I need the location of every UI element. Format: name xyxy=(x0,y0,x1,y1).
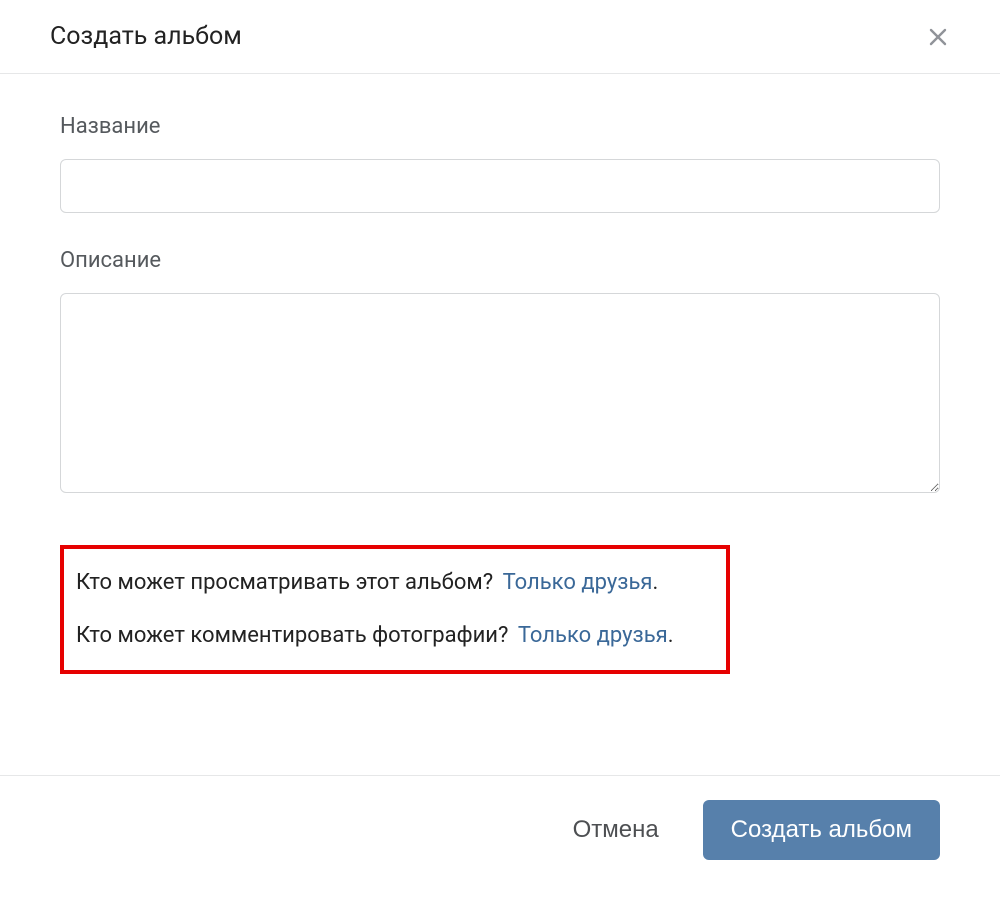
privacy-comment-value[interactable]: Только друзья xyxy=(518,623,668,648)
modal-header: Создать альбом xyxy=(0,0,1000,74)
privacy-highlight-box: Кто может просматривать этот альбом? Тол… xyxy=(60,545,730,674)
privacy-view-row: Кто может просматривать этот альбом? Тол… xyxy=(76,563,714,604)
create-album-button[interactable]: Создать альбом xyxy=(703,800,940,860)
description-textarea[interactable] xyxy=(60,293,940,493)
privacy-view-period: . xyxy=(652,570,658,595)
name-group: Название xyxy=(60,114,940,213)
modal-body: Название Описание Кто может просматриват… xyxy=(0,74,1000,775)
name-label: Название xyxy=(60,114,940,139)
privacy-comment-period: . xyxy=(668,623,674,648)
name-input[interactable] xyxy=(60,159,940,213)
close-icon[interactable] xyxy=(924,23,952,51)
privacy-view-value[interactable]: Только друзья xyxy=(503,570,653,595)
modal-title: Создать альбом xyxy=(50,22,242,51)
description-group: Описание xyxy=(60,248,940,497)
modal-footer: Отмена Создать альбом xyxy=(0,775,1000,900)
privacy-comment-row: Кто может комментировать фотографии? Тол… xyxy=(76,616,714,657)
cancel-button[interactable]: Отмена xyxy=(569,806,663,854)
privacy-view-question: Кто может просматривать этот альбом? xyxy=(76,570,493,595)
privacy-comment-question: Кто может комментировать фотографии? xyxy=(76,623,508,648)
description-label: Описание xyxy=(60,248,940,273)
create-album-modal: Создать альбом Название Описание Кто мож… xyxy=(0,0,1000,900)
